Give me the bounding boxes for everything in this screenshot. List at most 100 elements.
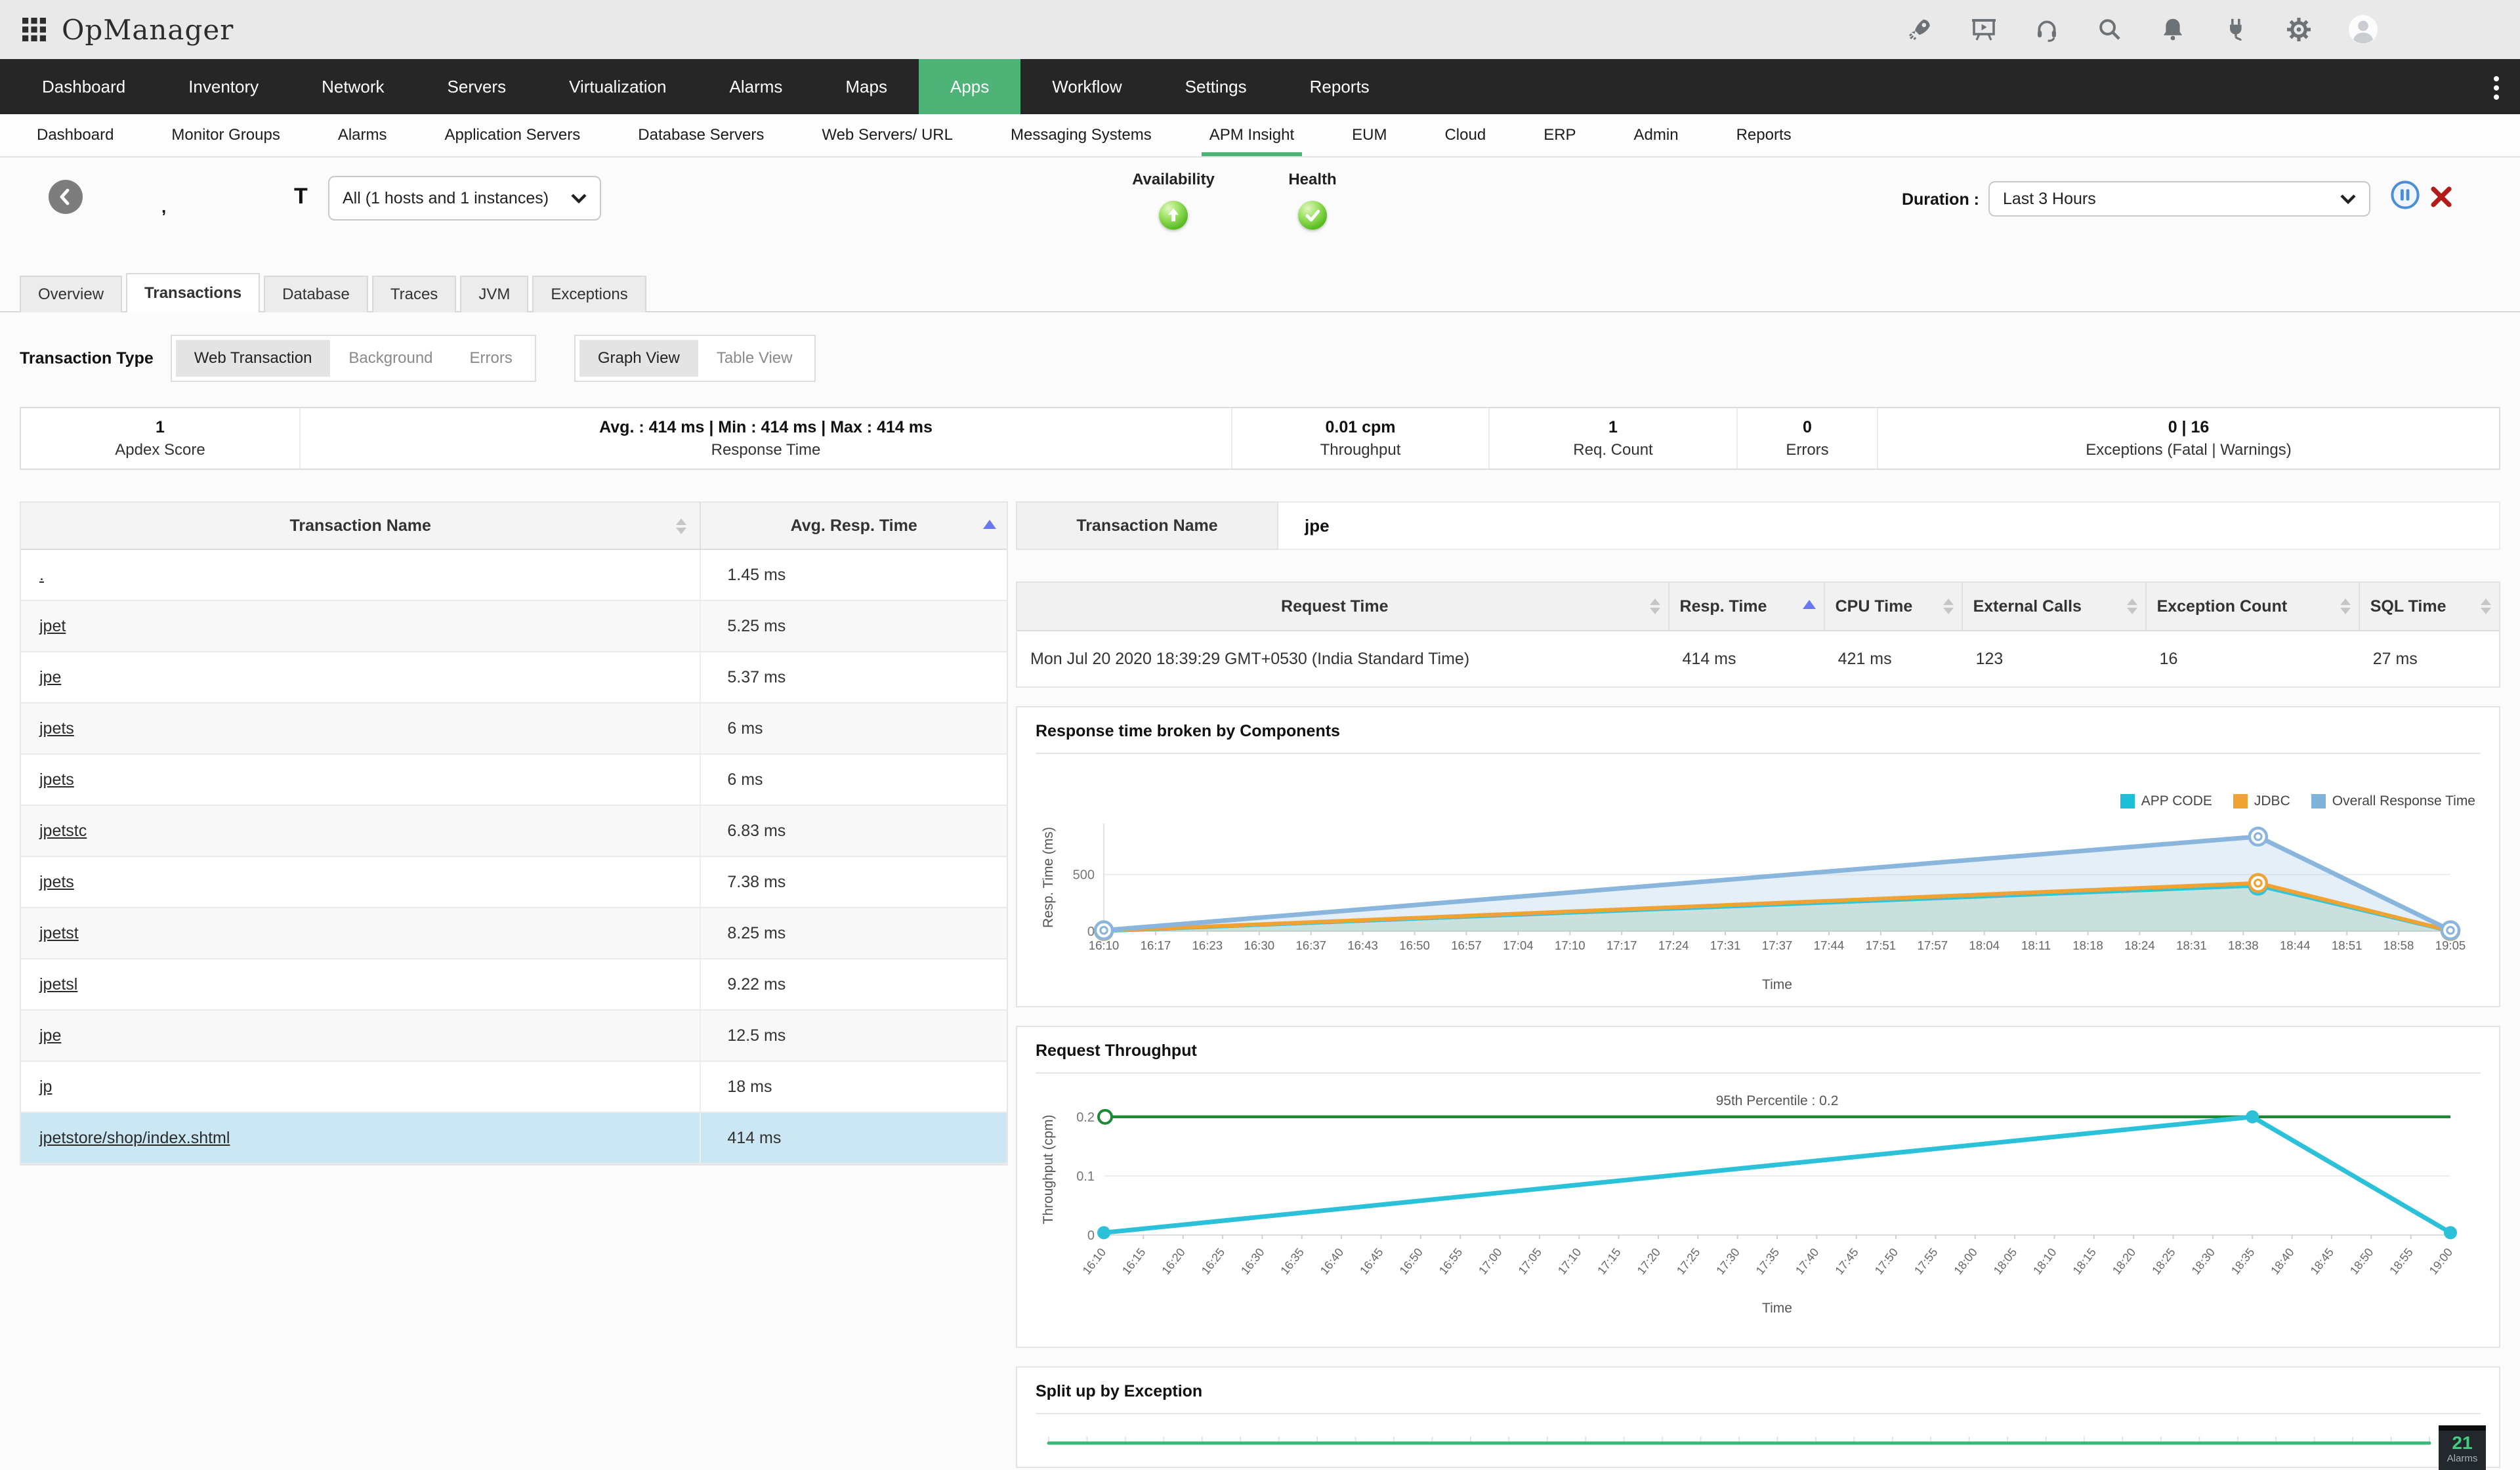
sub-nav-item[interactable]: Application Servers	[416, 114, 610, 156]
request-table-header: Request Time Resp. Time CPU Time	[1017, 583, 2499, 631]
presentation-icon[interactable]	[1970, 16, 1998, 43]
availability-status-icon[interactable]	[1159, 201, 1188, 230]
table-row[interactable]: jpet 5.25 ms	[21, 601, 1007, 652]
sub-nav-item[interactable]: APM Insight	[1181, 114, 1323, 156]
table-row[interactable]: . 1.45 ms	[21, 550, 1007, 601]
transaction-name-tab[interactable]: Transaction Name	[1016, 501, 1278, 550]
alarms-badge[interactable]: 21 Alarms	[2439, 1425, 2486, 1470]
duration-select[interactable]: Last 3 Hours	[1988, 181, 2370, 217]
plug-icon[interactable]	[2222, 16, 2250, 43]
transaction-link[interactable]: jpets	[39, 873, 74, 892]
sub-nav-item[interactable]: ERP	[1515, 114, 1605, 156]
transaction-link[interactable]: jpetstc	[39, 822, 87, 841]
legend-item[interactable]: APP CODE	[2120, 793, 2212, 809]
sort-icon	[2127, 598, 2137, 614]
avg-resp-time-value: 18 ms	[701, 1062, 1007, 1112]
request-table-row[interactable]: Mon Jul 20 2020 18:39:29 GMT+0530 (India…	[1017, 631, 2499, 686]
sub-nav-item[interactable]: Web Servers/ URL	[793, 114, 982, 156]
svg-text:18:58: 18:58	[2384, 938, 2414, 952]
main-nav-item[interactable]: Virtualization	[537, 59, 698, 114]
view-toggle-option[interactable]: Graph View	[579, 340, 698, 377]
back-button[interactable]	[49, 180, 83, 219]
sub-nav-item[interactable]: Reports	[1708, 114, 1820, 156]
sub-nav-item[interactable]: Alarms	[309, 114, 416, 156]
table-row[interactable]: jpe 12.5 ms	[21, 1011, 1007, 1062]
svg-text:17:10: 17:10	[1555, 938, 1586, 952]
transaction-link[interactable]: jpet	[39, 617, 66, 636]
search-icon[interactable]	[2096, 16, 2124, 43]
transaction-link[interactable]: jpe	[39, 1026, 61, 1045]
table-row[interactable]: jpetst 8.25 ms	[21, 908, 1007, 959]
rocket-icon[interactable]	[1907, 16, 1935, 43]
sub-nav-item[interactable]: Admin	[1605, 114, 1708, 156]
table-row[interactable]: jpetstore/shop/index.shtml 414 ms	[21, 1113, 1007, 1164]
request-column-header[interactable]: Resp. Time	[1670, 583, 1825, 630]
transaction-link[interactable]: .	[39, 566, 44, 585]
sub-nav-item[interactable]: Messaging Systems	[982, 114, 1181, 156]
table-row[interactable]: jpets 7.38 ms	[21, 857, 1007, 908]
more-menu-icon[interactable]	[2491, 74, 2502, 108]
request-column-header[interactable]: Exception Count	[2147, 583, 2360, 630]
transaction-link[interactable]: jpetstore/shop/index.shtml	[39, 1129, 230, 1148]
column-header-avg-resp-time[interactable]: Avg. Resp. Time	[701, 503, 1007, 549]
table-row[interactable]: jpets 6 ms	[21, 704, 1007, 755]
request-column-header[interactable]: SQL Time	[2360, 583, 2499, 630]
health-status-icon[interactable]	[1298, 201, 1327, 230]
table-row[interactable]: jp 18 ms	[21, 1062, 1007, 1113]
main-nav-item[interactable]: Settings	[1154, 59, 1278, 114]
column-header-transaction-name[interactable]: Transaction Name	[21, 503, 701, 549]
table-row[interactable]: jpetstc 6.83 ms	[21, 806, 1007, 857]
sub-nav-item[interactable]: EUM	[1323, 114, 1416, 156]
gear-icon[interactable]	[2285, 16, 2313, 43]
tab[interactable]: JVM	[460, 276, 528, 312]
legend-item[interactable]: JDBC	[2233, 793, 2290, 809]
transaction-link[interactable]: jpetst	[39, 924, 79, 943]
grid-menu-icon[interactable]	[21, 16, 47, 43]
bell-icon[interactable]	[2159, 16, 2187, 43]
main-nav-item[interactable]: Inventory	[157, 59, 290, 114]
instance-select[interactable]: All (1 hosts and 1 instances)	[328, 176, 601, 220]
svg-text:18:35: 18:35	[2229, 1246, 2257, 1277]
stat-value: Avg. : 414 ms | Min : 414 ms | Max : 414…	[599, 418, 933, 437]
tab[interactable]: Database	[264, 276, 368, 312]
close-icon[interactable]	[2429, 185, 2453, 214]
pause-refresh-button[interactable]	[2390, 180, 2420, 215]
main-nav-item[interactable]: Network	[290, 59, 415, 114]
tab[interactable]: Transactions	[126, 273, 260, 312]
svg-text:Throughput (cpm): Throughput (cpm)	[1041, 1115, 1056, 1225]
transaction-link[interactable]: jpe	[39, 668, 61, 687]
request-column-header[interactable]: CPU Time	[1825, 583, 1963, 630]
legend-item[interactable]: Overall Response Time	[2311, 793, 2475, 809]
transaction-link[interactable]: jpetsl	[39, 975, 77, 994]
main-nav-item[interactable]: Servers	[416, 59, 538, 114]
transaction-type-option[interactable]: Errors	[452, 340, 531, 377]
request-column-header[interactable]: Request Time	[1017, 583, 1670, 630]
svg-text:18:51: 18:51	[2332, 938, 2362, 952]
transaction-type-option[interactable]: Web Transaction	[176, 340, 331, 377]
sub-nav-item[interactable]: Cloud	[1416, 114, 1515, 156]
duration-select-value: Last 3 Hours	[2003, 190, 2096, 209]
transaction-type-option[interactable]: Background	[330, 340, 451, 377]
table-row[interactable]: jpets 6 ms	[21, 755, 1007, 806]
main-nav-item[interactable]: Apps	[919, 59, 1020, 114]
table-row[interactable]: jpe 5.37 ms	[21, 652, 1007, 704]
tab[interactable]: Traces	[372, 276, 456, 312]
main-nav-item[interactable]: Workflow	[1020, 59, 1153, 114]
main-nav-item[interactable]: Dashboard	[10, 59, 157, 114]
transaction-link[interactable]: jpets	[39, 719, 74, 738]
sub-nav-item[interactable]: Dashboard	[8, 114, 142, 156]
view-toggle-option[interactable]: Table View	[698, 340, 811, 377]
transaction-link[interactable]: jpets	[39, 770, 74, 789]
request-column-header[interactable]: External Calls	[1963, 583, 2147, 630]
main-nav-item[interactable]: Reports	[1278, 59, 1401, 114]
sub-nav-item[interactable]: Database Servers	[609, 114, 793, 156]
main-nav-item[interactable]: Maps	[814, 59, 919, 114]
main-nav-item[interactable]: Alarms	[698, 59, 814, 114]
table-row[interactable]: jpetsl 9.22 ms	[21, 959, 1007, 1011]
headset-icon[interactable]	[2033, 16, 2061, 43]
transaction-link[interactable]: jp	[39, 1078, 52, 1097]
tab[interactable]: Exceptions	[532, 276, 646, 312]
tab[interactable]: Overview	[20, 276, 122, 312]
sub-nav-item[interactable]: Monitor Groups	[142, 114, 308, 156]
avatar[interactable]	[2348, 14, 2378, 45]
